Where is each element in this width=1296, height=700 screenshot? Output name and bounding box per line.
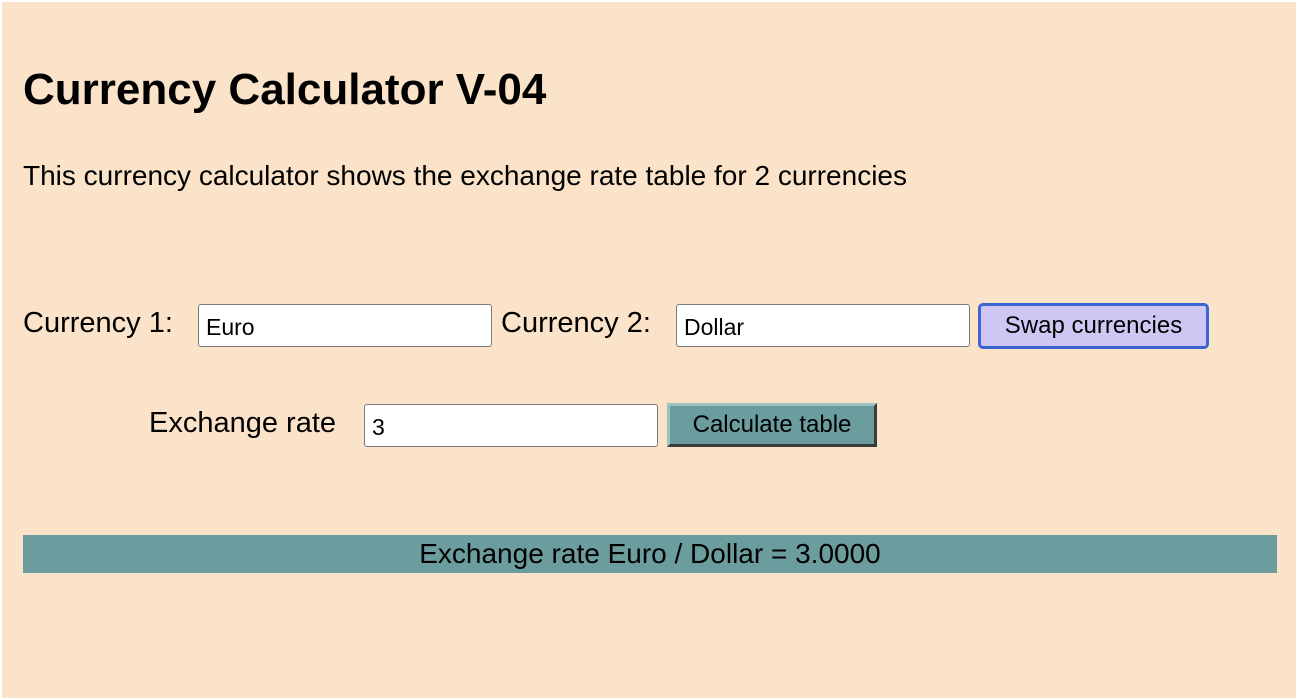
exchange-rate-result: Exchange rate Euro / Dollar = 3.0000 (23, 535, 1277, 573)
page-title: Currency Calculator V-04 (23, 65, 547, 114)
page: Currency Calculator V-04 This currency c… (2, 2, 1296, 698)
currency-1-label: Currency 1: (23, 307, 173, 339)
currency-2-input[interactable] (676, 304, 970, 347)
currency-1-input[interactable] (198, 304, 492, 347)
intro-text: This currency calculator shows the excha… (23, 160, 907, 191)
swap-currencies-button[interactable]: Swap currencies (978, 303, 1209, 349)
exchange-rate-label: Exchange rate (149, 407, 337, 439)
calculate-table-button[interactable]: Calculate table (667, 403, 877, 447)
currency-2-label: Currency 2: (501, 307, 651, 339)
exchange-rate-input[interactable] (364, 404, 658, 447)
